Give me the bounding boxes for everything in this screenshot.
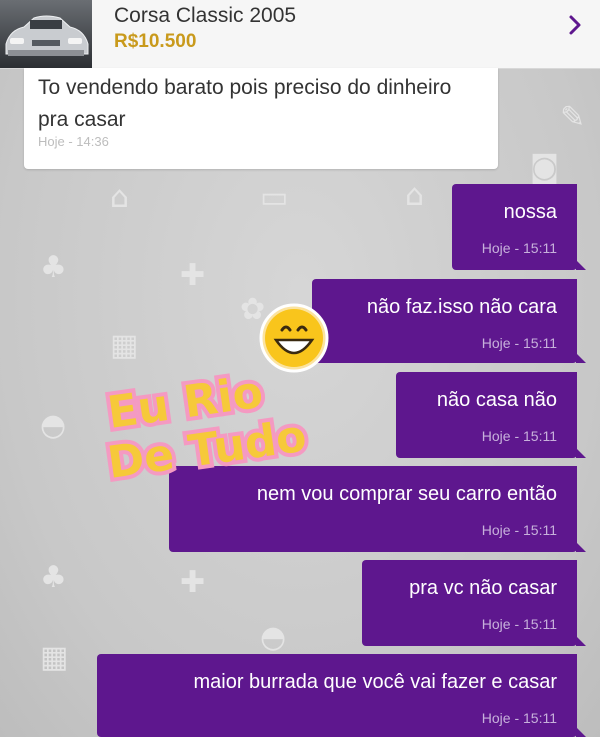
gamepad-icon: ✚ [180,258,206,293]
message-timestamp: Hoje - 14:36 [38,134,109,149]
tool-icon: ✎ [560,100,586,135]
listing-price: R$10.500 [114,31,197,52]
received-message[interactable]: To vendendo barato pois preciso do dinhe… [24,68,498,169]
sent-message[interactable]: não faz.isso não cara Hoje - 15:11 [312,279,586,363]
listing-title: Corsa Classic 2005 [114,4,297,27]
car-icon: ◓ [260,620,287,655]
monitor-icon: ▭ [260,180,289,215]
message-timestamp: Hoje - 15:11 [481,240,557,256]
camera-icon: ◙ [530,150,560,185]
car-thumbnail[interactable] [0,0,92,68]
car-photo-icon [5,15,89,56]
message-text: To vendendo barato pois preciso do dinhe… [38,76,452,131]
gamepad-icon: ✚ [180,565,206,600]
message-text: maior burrada que você vai fazer e casar [193,671,557,693]
sent-message[interactable]: pra vc não casar Hoje - 15:11 [362,560,586,646]
message-text: pra vc não casar [409,577,557,599]
house-icon: ⌂ [405,178,425,213]
shirt-icon: ♣ [40,560,67,595]
sent-message[interactable]: nossa Hoje - 15:11 [452,184,586,270]
message-text: nossa [503,201,557,223]
house-icon: ⌂ [110,180,130,215]
shirt-icon: ♣ [40,250,67,285]
sent-message[interactable]: maior burrada que você vai fazer e casar… [97,654,586,737]
listing-header[interactable]: Corsa Classic 2005 R$10.500 [0,0,600,69]
message-text: não casa não [436,389,557,411]
message-timestamp: Hoje - 15:11 [481,616,557,632]
chevron-right-icon[interactable] [568,14,582,36]
message-timestamp: Hoje - 15:11 [481,522,557,538]
message-timestamp: Hoje - 15:11 [481,335,557,351]
sent-message[interactable]: não casa não Hoje - 15:11 [396,372,586,458]
message-text: não faz.isso não cara [366,296,557,318]
grinning-face-icon [259,303,329,373]
car-icon: ◓ [40,408,67,443]
message-timestamp: Hoje - 15:11 [481,710,557,726]
watermark-logo: Eu Rio De Tudo [104,303,329,493]
calculator-icon: ▦ [40,640,69,675]
message-timestamp: Hoje - 15:11 [481,428,557,444]
